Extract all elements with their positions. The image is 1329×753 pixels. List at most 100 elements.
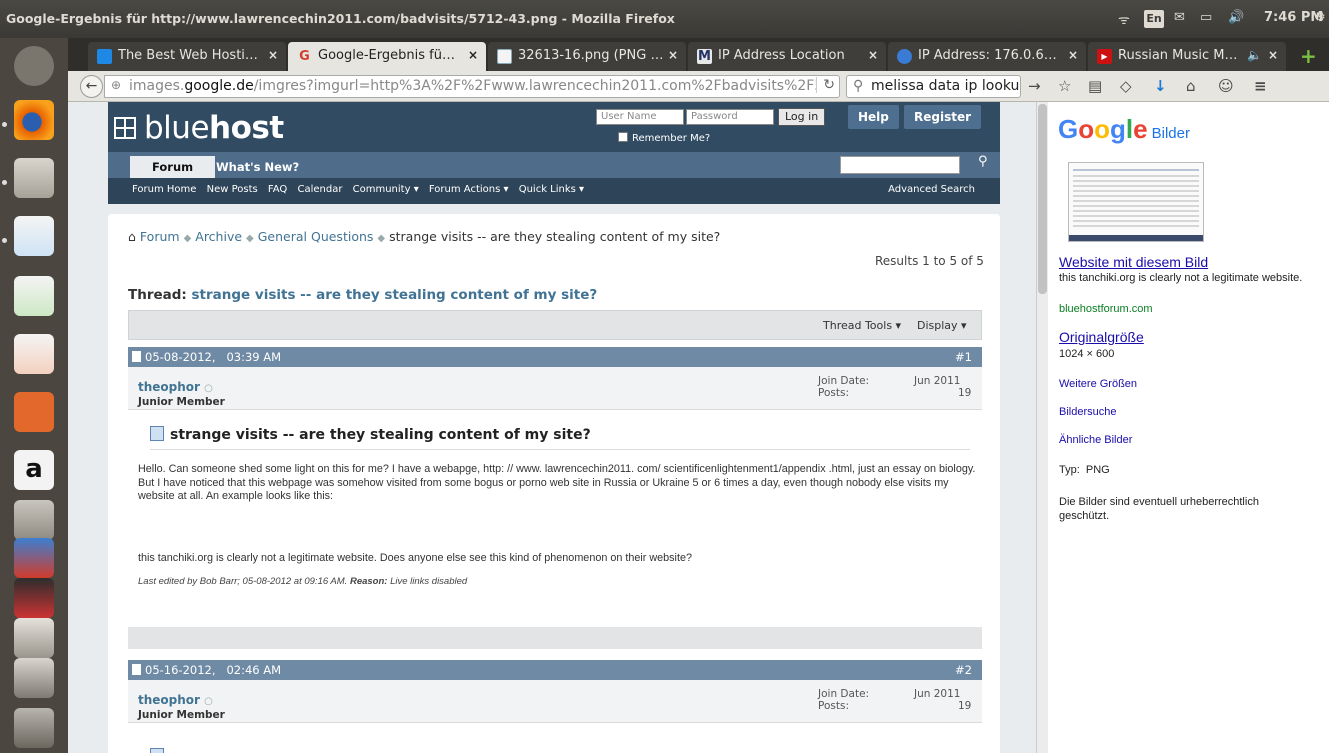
close-tab-icon[interactable]: × [668, 48, 678, 62]
breadcrumb-separator-icon: ◆ [377, 233, 386, 244]
website-with-image-link[interactable]: Website mit diesem Bild [1059, 254, 1208, 270]
post-text-paragraph-2: this tanchiki.org is clearly not a legit… [138, 552, 692, 564]
wifi-icon[interactable]: ᯤ [1118, 10, 1130, 28]
ubuntu-dash-icon[interactable] [14, 46, 54, 86]
post-title-doc-icon [150, 426, 164, 441]
tab-ip-address-location[interactable]: M IP Address Location × [688, 42, 886, 71]
breadcrumb-archive[interactable]: Archive [195, 229, 242, 244]
mail-icon[interactable]: ✉ [1174, 10, 1185, 25]
post-username[interactable]: theophor ○ [138, 693, 213, 707]
volume-icon[interactable]: 🔊 [1228, 10, 1244, 25]
post-number-link[interactable]: #1 [955, 347, 972, 367]
register-button[interactable]: Register [904, 105, 982, 129]
similar-images-link[interactable]: Ähnliche Bilder [1059, 434, 1132, 446]
post-time: 03:39 AM [226, 350, 282, 364]
tab-russian-music[interactable]: ▶ Russian Music M… 🔈 × [1088, 42, 1286, 71]
firefox-icon[interactable] [14, 100, 54, 140]
help-button[interactable]: Help [848, 105, 899, 129]
remember-me[interactable]: Remember Me? [618, 132, 710, 144]
user-rank: Junior Member [138, 396, 225, 408]
reading-list-icon[interactable]: ▤ [1088, 77, 1102, 95]
amazon-icon[interactable]: a [14, 450, 54, 490]
dvd-drive-icon[interactable] [14, 708, 54, 748]
scrollbar-thumb[interactable] [1038, 104, 1047, 294]
image-thumbnail[interactable] [1068, 162, 1204, 242]
subnav-quick-links[interactable]: Quick Links ▾ [519, 184, 584, 195]
page-scrollbar[interactable] [1036, 102, 1048, 753]
tab-png-image[interactable]: 32613-16.png (PNG … × [488, 42, 686, 71]
post-text-paragraph-1: Hello. Can someone shed some light on th… [138, 463, 976, 502]
close-tab-icon[interactable]: × [1268, 48, 1278, 62]
breadcrumb-forum[interactable]: Forum [140, 229, 180, 244]
login-button[interactable]: Log in [778, 108, 826, 126]
original-size-link[interactable]: Originalgröße [1059, 329, 1144, 345]
advanced-search-link[interactable]: Advanced Search [888, 178, 975, 202]
close-tab-icon[interactable]: × [468, 48, 478, 62]
close-tab-icon[interactable]: × [868, 48, 878, 62]
tab-whats-new[interactable]: What's New? [208, 156, 307, 178]
downloads-icon[interactable]: ↓ [1154, 77, 1167, 95]
battery-icon[interactable]: ▭ [1200, 10, 1212, 25]
subnav-community[interactable]: Community ▾ [353, 184, 419, 195]
bluehost-logo[interactable]: bluehost [114, 110, 284, 146]
post-title-text: strange visits -- are they stealing cont… [170, 427, 591, 443]
system-settings-icon[interactable] [14, 500, 54, 540]
tab-forum[interactable]: Forum [130, 156, 216, 178]
subnav-new-posts[interactable]: New Posts [207, 184, 258, 195]
menu-icon[interactable]: ≡ [1254, 77, 1267, 95]
forum-search-input[interactable] [840, 156, 960, 174]
reload-icon[interactable]: ↻ [816, 77, 835, 93]
search-go-icon[interactable]: → [1028, 77, 1041, 95]
tab-bluehost[interactable]: The Best Web Hosti… × [88, 42, 286, 71]
home-icon[interactable]: ⌂ [1186, 77, 1196, 95]
tab-google-ergebnis[interactable]: G Google-Ergebnis fü… × [288, 42, 486, 71]
thumbnail-row [1073, 169, 1199, 171]
image-viewer-icon[interactable] [14, 216, 54, 256]
speaker-icon[interactable]: 🔈 [1247, 48, 1262, 62]
stacked-app-icon[interactable] [14, 538, 54, 578]
post-number-link[interactable]: #2 [955, 660, 972, 680]
files-icon[interactable] [14, 158, 54, 198]
breadcrumb-section[interactable]: General Questions [258, 229, 374, 244]
thumbnail-row [1073, 180, 1199, 182]
back-button[interactable]: ← [80, 75, 103, 98]
image-search-link[interactable]: Bildersuche [1059, 406, 1116, 418]
image-source-domain[interactable]: bluehostforum.com [1059, 303, 1153, 315]
thread-tools-menu[interactable]: Thread Tools ▾ [823, 319, 901, 332]
subnav-faq[interactable]: FAQ [268, 184, 287, 195]
post-username[interactable]: theophor ○ [138, 380, 213, 394]
spreadsheet-icon[interactable] [14, 276, 54, 316]
google-favicon-icon: G [299, 49, 310, 64]
subnav-calendar[interactable]: Calendar [297, 184, 342, 195]
presentation-icon[interactable] [14, 334, 54, 374]
url-bar[interactable]: ⊕ images.google.de/imgres?imgurl=http%3A… [104, 75, 840, 98]
terminal-icon[interactable] [14, 618, 54, 658]
new-tab-plus-icon[interactable]: + [1300, 44, 1317, 68]
google-bilder-logo[interactable]: Google Bilder [1058, 114, 1190, 145]
username-field[interactable]: User Name [596, 109, 684, 125]
search-input[interactable]: ⚲ melissa data ip lookup [846, 75, 1021, 98]
keyboard-layout-indicator[interactable]: En [1144, 10, 1164, 28]
close-tab-icon[interactable]: × [1068, 48, 1078, 62]
home-icon[interactable]: ⌂ [128, 229, 136, 244]
software-center-icon[interactable] [14, 392, 54, 432]
running-indicator [2, 180, 7, 185]
thread-title[interactable]: strange visits -- are they stealing cont… [192, 287, 598, 303]
edited-reason: Live links disabled [390, 576, 468, 587]
forum-search-icon[interactable]: ⚲ [978, 154, 988, 169]
close-tab-icon[interactable]: × [268, 48, 278, 62]
password-field[interactable]: Password [686, 109, 774, 125]
subnav-forum-home[interactable]: Forum Home [132, 184, 196, 195]
subnav-forum-actions[interactable]: Forum Actions ▾ [429, 184, 509, 195]
settings-gear-icon[interactable]: ⚙ [1314, 10, 1326, 25]
pocket-icon[interactable]: ◇ [1120, 77, 1132, 95]
display-menu[interactable]: Display ▾ [917, 319, 967, 332]
site-info-icon[interactable]: ⊕ [111, 78, 121, 92]
remember-checkbox[interactable] [618, 132, 628, 142]
tab-ip-address[interactable]: IP Address: 176.0.6… × [888, 42, 1086, 71]
bookmark-star-icon[interactable]: ☆ [1058, 77, 1071, 95]
chat-icon[interactable]: ☺ [1218, 77, 1234, 95]
media-app-icon[interactable] [14, 578, 54, 618]
more-sizes-link[interactable]: Weitere Größen [1059, 378, 1137, 390]
workspace-icon[interactable] [14, 658, 54, 698]
